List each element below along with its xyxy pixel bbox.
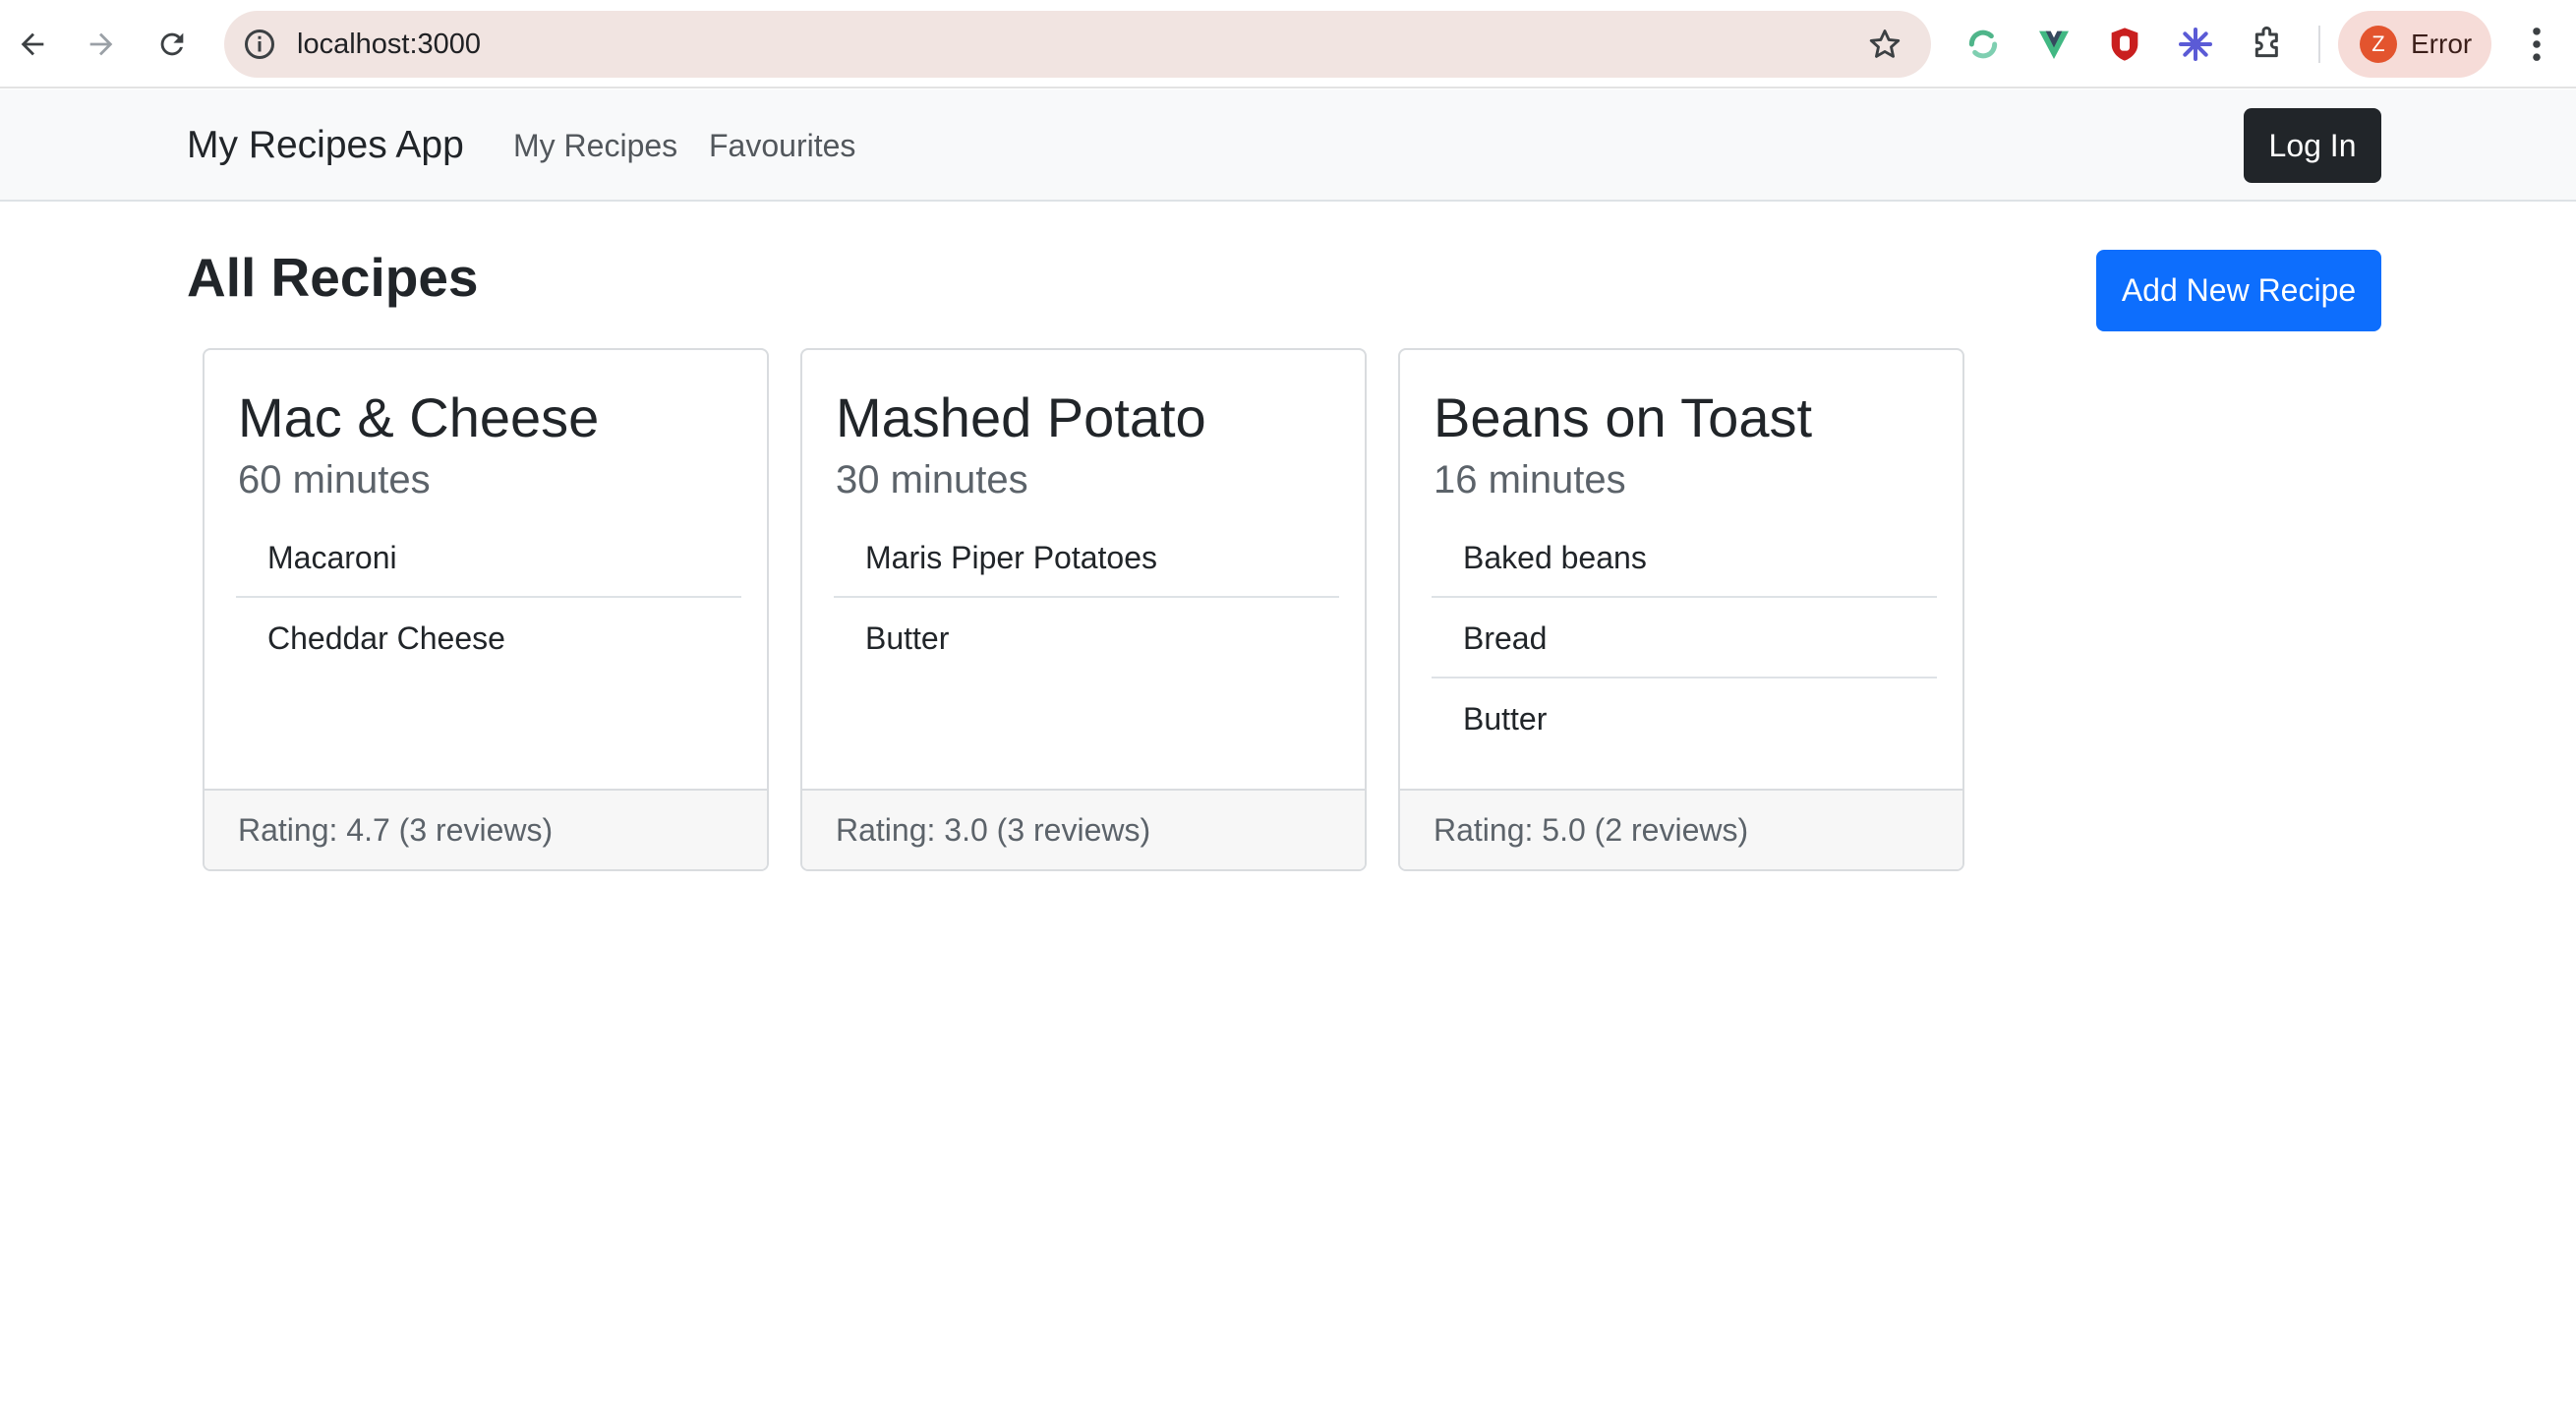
more-menu-icon[interactable] xyxy=(2517,22,2556,67)
nav-link-my-recipes[interactable]: My Recipes xyxy=(513,89,677,202)
bookmark-star-icon[interactable] xyxy=(1866,26,1903,63)
recipe-rating: Rating: 5.0 (2 reviews) xyxy=(1434,812,1749,848)
address-bar[interactable]: localhost:3000 xyxy=(224,11,1931,78)
recipe-title: Beans on Toast xyxy=(1434,386,1813,448)
ingredient-item: Macaroni xyxy=(236,517,741,598)
profile-status: Error xyxy=(2411,29,2473,59)
url-text[interactable]: localhost:3000 xyxy=(297,11,481,78)
recipe-time: 16 minutes xyxy=(1434,458,1626,502)
forward-button[interactable] xyxy=(79,22,124,67)
reload-icon xyxy=(160,32,184,56)
site-info-icon[interactable] xyxy=(242,27,277,62)
card-footer: Rating: 4.7 (3 reviews) xyxy=(205,789,767,869)
nav-link-favourites[interactable]: Favourites xyxy=(709,89,855,202)
sync-extension-icon[interactable] xyxy=(1961,22,2006,67)
asterisk-extension-icon[interactable] xyxy=(2173,22,2218,67)
ingredient-item: Butter xyxy=(1463,701,1548,737)
app-navbar: My Recipes App My Recipes Favourites Log… xyxy=(0,89,2576,202)
card-footer: Rating: 5.0 (2 reviews) xyxy=(1400,789,1962,869)
ingredient-item: Cheddar Cheese xyxy=(267,620,505,656)
recipe-title: Mashed Potato xyxy=(836,386,1206,448)
recipe-rating: Rating: 3.0 (3 reviews) xyxy=(836,812,1151,848)
back-button[interactable] xyxy=(10,22,55,67)
recipe-time: 60 minutes xyxy=(238,458,431,502)
ingredient-item: Maris Piper Potatoes xyxy=(834,517,1339,598)
profile-chip[interactable]: Z Error xyxy=(2338,11,2491,78)
reload-button[interactable] xyxy=(149,22,195,67)
recipe-card[interactable]: Mac & Cheese 60 minutes Macaroni Cheddar… xyxy=(203,348,769,871)
card-footer: Rating: 3.0 (3 reviews) xyxy=(802,789,1365,869)
vue-devtools-icon[interactable] xyxy=(2031,22,2077,67)
ingredient-item: Butter xyxy=(865,620,950,656)
ingredient-list: Maris Piper Potatoes Butter xyxy=(834,517,1339,678)
arrow-left-icon xyxy=(21,32,44,56)
ublock-icon[interactable] xyxy=(2102,22,2147,67)
page-title: All Recipes xyxy=(187,247,479,308)
ingredient-list: Baked beans Bread Butter xyxy=(1432,517,1937,759)
puzzle-extensions-icon[interactable] xyxy=(2246,22,2291,67)
recipe-card[interactable]: Beans on Toast 16 minutes Baked beans Br… xyxy=(1398,348,1964,871)
add-recipe-button[interactable]: Add New Recipe xyxy=(2096,250,2381,331)
ingredient-item: Baked beans xyxy=(1432,517,1937,598)
arrow-right-icon xyxy=(89,32,113,56)
login-button[interactable]: Log In xyxy=(2244,108,2381,183)
ingredient-item: Bread xyxy=(1432,598,1937,678)
toolbar-divider xyxy=(2318,26,2320,63)
recipe-rating: Rating: 4.7 (3 reviews) xyxy=(238,812,554,848)
ingredient-list: Macaroni Cheddar Cheese xyxy=(236,517,741,678)
brand-link[interactable]: My Recipes App xyxy=(187,89,464,202)
recipe-time: 30 minutes xyxy=(836,458,1028,502)
avatar: Z xyxy=(2360,26,2397,63)
recipe-card[interactable]: Mashed Potato 30 minutes Maris Piper Pot… xyxy=(800,348,1367,871)
browser-toolbar: localhost:3000 Z Error xyxy=(0,0,2576,88)
recipe-title: Mac & Cheese xyxy=(238,386,600,448)
